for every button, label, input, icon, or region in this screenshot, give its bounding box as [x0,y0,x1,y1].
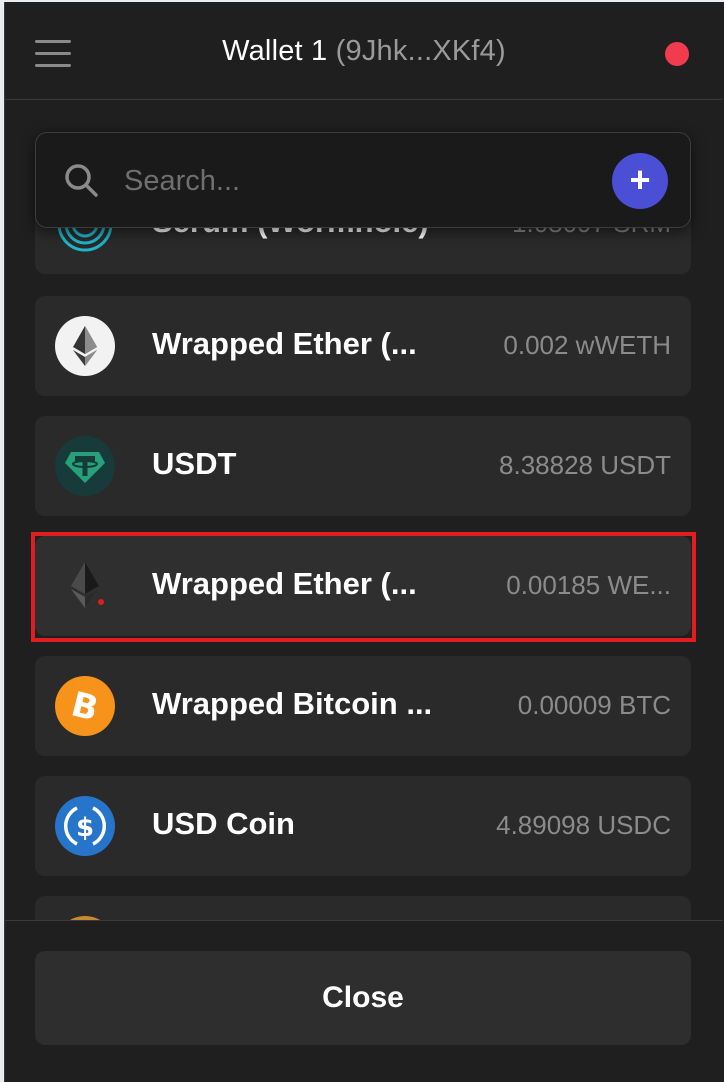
token-amount: 0.00009 BTC [517,690,671,720]
token-row[interactable]: Wrapped Ether (... 0.002 wWETH [35,296,691,396]
search-input[interactable] [122,155,596,207]
token-amount: 0.002 wWETH [503,330,671,360]
token-row[interactable] [35,896,691,920]
token-name: Wrapped Ether (... [152,326,417,361]
token-amount: 8.38828 USDT [499,450,671,480]
wallet-title[interactable]: Wallet 1 (9Jhk...XKf4) [5,35,723,68]
add-token-button[interactable]: + [612,153,668,209]
svg-text:B: B [67,684,102,729]
usd-coin-icon: $ [55,796,115,856]
token-row[interactable]: B Wrapped Bitcoin ... 0.00009 BTC [35,656,691,756]
tether-icon [55,436,115,496]
selection-highlight [31,532,696,642]
ethereum-icon [55,316,115,376]
connection-status-dot[interactable] [665,42,689,66]
search-bar: + [35,132,691,228]
header: Wallet 1 (9Jhk...XKf4) [5,2,723,100]
search-icon [65,164,98,197]
footer: Close [5,920,723,1082]
token-row[interactable]: $ USD Coin 4.89098 USDC [35,776,691,876]
token-row[interactable]: USDT 8.38828 USDT [35,416,691,516]
token-name: Wrapped Bitcoin ... [152,686,433,721]
wallet-name: Wallet 1 [222,35,328,67]
close-button[interactable]: Close [35,951,691,1045]
svg-text:$: $ [76,813,94,843]
token-amount: 4.89098 USDC [496,810,671,840]
bitcoin-icon: B [55,676,115,736]
token-name: USD Coin [152,806,295,841]
token-name: USDT [152,446,237,481]
wallet-address: (9Jhk...XKf4) [335,35,506,67]
